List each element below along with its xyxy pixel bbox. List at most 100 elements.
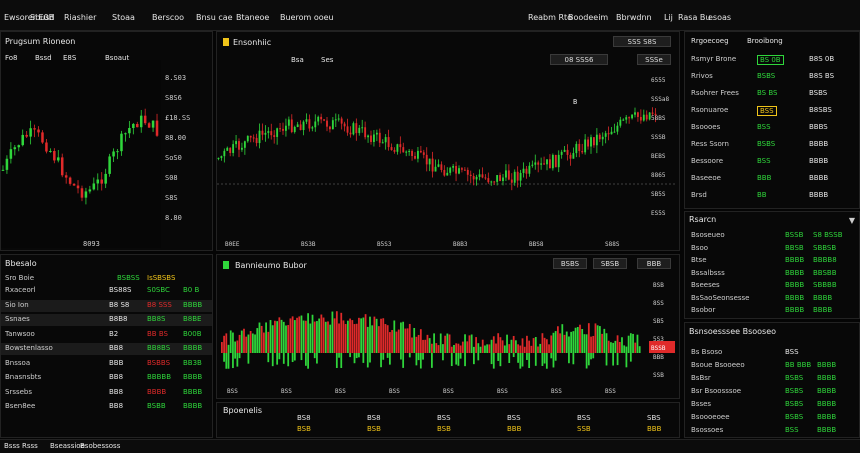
main-candle xyxy=(390,147,393,151)
ticker-row[interactable]: Bessoore BSS BBBB xyxy=(685,156,859,168)
ticker-row[interactable]: Rsonuaroe BSS B8SBS xyxy=(685,105,859,117)
top-menu-item[interactable]: Btaneoe xyxy=(236,13,269,22)
main-candle xyxy=(499,175,502,182)
volume-bar-neg xyxy=(232,353,234,369)
volume-bar-neg xyxy=(362,353,365,363)
market-row[interactable]: Bseeses BBBB SBBBB xyxy=(685,280,859,292)
market-row[interactable]: Bssalbsss BBBB BBSBB xyxy=(685,268,859,280)
ticker-row[interactable]: Brsd BB BBBB xyxy=(685,190,859,202)
order-book-row[interactable]: Srssebs BB8 BBBB BBBB xyxy=(1,387,212,399)
main-candlestick-chart[interactable]: 6555 SSSa8 58BS SSSB BEBS 8865 SB5S ES5S B0EE BS3… xyxy=(217,68,679,248)
top-menu-item[interactable]: Sbusd xyxy=(30,13,54,22)
top-right-item[interactable]: Rasa Bu xyxy=(678,13,710,22)
main-candle xyxy=(431,158,434,172)
main-candle xyxy=(560,151,563,155)
position-row[interactable]: Bsr Bsoosssoe BSBS BBBB xyxy=(685,386,859,398)
market-v2: SBBSB xyxy=(813,243,837,252)
volume-bar xyxy=(240,330,243,353)
top-right-item[interactable]: Lij xyxy=(664,13,673,22)
order-book-row[interactable]: Bnasnsbts BB8 BBBBB BBBB xyxy=(1,372,212,384)
market-row[interactable]: Bsoo BBSB SBBSB xyxy=(685,243,859,255)
main-chart-panel: Ensonhiic Bsa Ses SSS S8S 08 SSS6 SSSe 65… xyxy=(216,31,680,251)
ticker-row[interactable]: Ress Ssorn BSBS BBBB xyxy=(685,139,859,151)
volume-bar xyxy=(486,344,489,353)
ticker-row[interactable]: Rsmyr Brone BS 0B B8S 0B xyxy=(685,54,859,66)
top-right-item[interactable]: Reabm Rto xyxy=(528,13,572,22)
main-candle xyxy=(636,112,639,117)
ticker-v1: BSS xyxy=(757,106,777,116)
left-axis-label: 8093 xyxy=(83,240,100,248)
volume-button-1[interactable]: BSBS xyxy=(553,258,587,269)
top-menu-item[interactable]: Riashier xyxy=(64,13,96,22)
main-chart-button-2[interactable]: SSSe xyxy=(637,54,671,65)
ticker-v2: BBBB xyxy=(809,140,829,148)
ticker-row[interactable]: Rrivos BSBS B8S BS xyxy=(685,71,859,83)
main-candle xyxy=(493,181,496,183)
volume-bar xyxy=(318,318,321,353)
market-row[interactable]: Bsoseueo BSSB S8 BSSB xyxy=(685,230,859,242)
left-candle xyxy=(33,128,36,130)
volume-bar xyxy=(616,335,619,353)
position-row[interactable]: Bsoooeoee BSBS BBBB xyxy=(685,412,859,424)
main-tab[interactable]: Ses xyxy=(321,56,333,64)
order-book-row[interactable]: Bsen8ee BB8 BSBB BBBB xyxy=(1,401,212,413)
top-right-item[interactable]: Boodeeim xyxy=(568,13,608,22)
top-menu-item[interactable]: Buerom ooeu xyxy=(280,13,334,22)
main-candle xyxy=(458,168,460,174)
market-row[interactable]: Btse BBBB BBBB8 xyxy=(685,255,859,267)
ticker-row[interactable]: Rsohrer Frees BS BS BSBS xyxy=(685,88,859,100)
top-right-item[interactable]: esoas xyxy=(708,13,731,22)
volume-bar-chart[interactable]: BSSB BSB 8SS SB5 5S3 BBB SSB BSS BSS BSS BSS BSS BSS… xyxy=(217,275,679,397)
market-row[interactable]: BsSaoSeonsesse BBBB BBBB xyxy=(685,293,859,305)
position-row[interactable]: Bsses BSBS BBBB xyxy=(685,399,859,411)
position-row[interactable]: Bsossoes BSS BBBB xyxy=(685,425,859,437)
order-book-row[interactable]: Rxaceorl BS88S S0SBC B0 B xyxy=(1,285,212,297)
market-v2: BBBB8 xyxy=(813,256,837,264)
volume-bar-neg xyxy=(477,353,480,361)
order-c1: BB8 xyxy=(109,373,124,381)
main-candle xyxy=(296,124,299,128)
volume-bar xyxy=(369,316,371,353)
market-row[interactable]: Bsobor BBBB BBBB xyxy=(685,305,859,317)
order-book-row[interactable]: Bnssoa BBB BSBBS BB3B xyxy=(1,358,212,370)
main-chart-button-1[interactable]: SSS S8S xyxy=(613,36,671,47)
toolbar-select[interactable]: 08 SSS6 xyxy=(550,54,608,65)
ticker-row[interactable]: Baseeoe BBB BBBB xyxy=(685,173,859,185)
collapse-icon[interactable]: ▼ xyxy=(849,216,855,225)
order-book-row[interactable]: Tanwsoo B2 BB BS B00B xyxy=(1,329,212,341)
market-v1: BSSB xyxy=(785,231,804,239)
position-row[interactable]: Bsoue Bsooeeo BB BBB BBBB xyxy=(685,360,859,372)
volume-bar-neg xyxy=(287,353,290,367)
position-row[interactable]: BsBsr BSBS BBBB xyxy=(685,373,859,385)
top-menu-item[interactable]: Stoaa xyxy=(112,13,135,22)
volume-bar-neg xyxy=(300,353,303,361)
order-book-row[interactable]: Ssnaes B8B8 BB8S B8BE xyxy=(1,314,212,326)
main-tab[interactable]: Bsa xyxy=(291,56,304,64)
volume-bar-neg xyxy=(459,353,462,359)
volume-bar xyxy=(521,338,524,353)
main-candle xyxy=(496,175,499,182)
left-candle xyxy=(72,183,76,186)
top-menu-item[interactable]: Bnsu cae xyxy=(196,13,233,22)
main-candle xyxy=(613,131,616,133)
main-candle xyxy=(255,137,258,144)
top-right-item[interactable]: Bbrwdnn xyxy=(616,13,652,22)
volume-bar-neg xyxy=(382,353,385,360)
right-market-panel: Rsarcn ▼ Bsoseueo BSSB S8 BSSB Bsoo BBSB SBBS… xyxy=(684,211,860,319)
left-candlestick-chart[interactable]: 8.S03 S8S6 £18.SS 88.00 SoS0 S08 S8S 8.80 8093 xyxy=(1,60,212,250)
left-candle xyxy=(9,149,13,159)
volume-bar xyxy=(466,341,469,353)
order-book-row[interactable]: Sio Ion B8 S8 B8 SSS BBBB xyxy=(1,299,212,312)
volume-bar xyxy=(285,325,287,353)
trade-cell: BSB xyxy=(367,425,381,433)
position-row[interactable]: Bs Bsoso BSS xyxy=(685,347,859,359)
volume-bar xyxy=(428,338,431,353)
top-menu-item[interactable]: Berscoo xyxy=(152,13,184,22)
volume-button-2[interactable]: SBSB xyxy=(593,258,627,269)
volume-button-3[interactable]: BBB xyxy=(637,258,671,269)
position-v2: BBBB xyxy=(817,400,837,408)
order-book-row[interactable]: Bowstenlasso BB8 BB8BS BBBB xyxy=(1,343,212,355)
ticker-row[interactable]: Bsoooes BSS BBBS xyxy=(685,122,859,134)
volume-bar xyxy=(238,334,241,353)
left-price-label: S8S6 xyxy=(165,94,182,102)
